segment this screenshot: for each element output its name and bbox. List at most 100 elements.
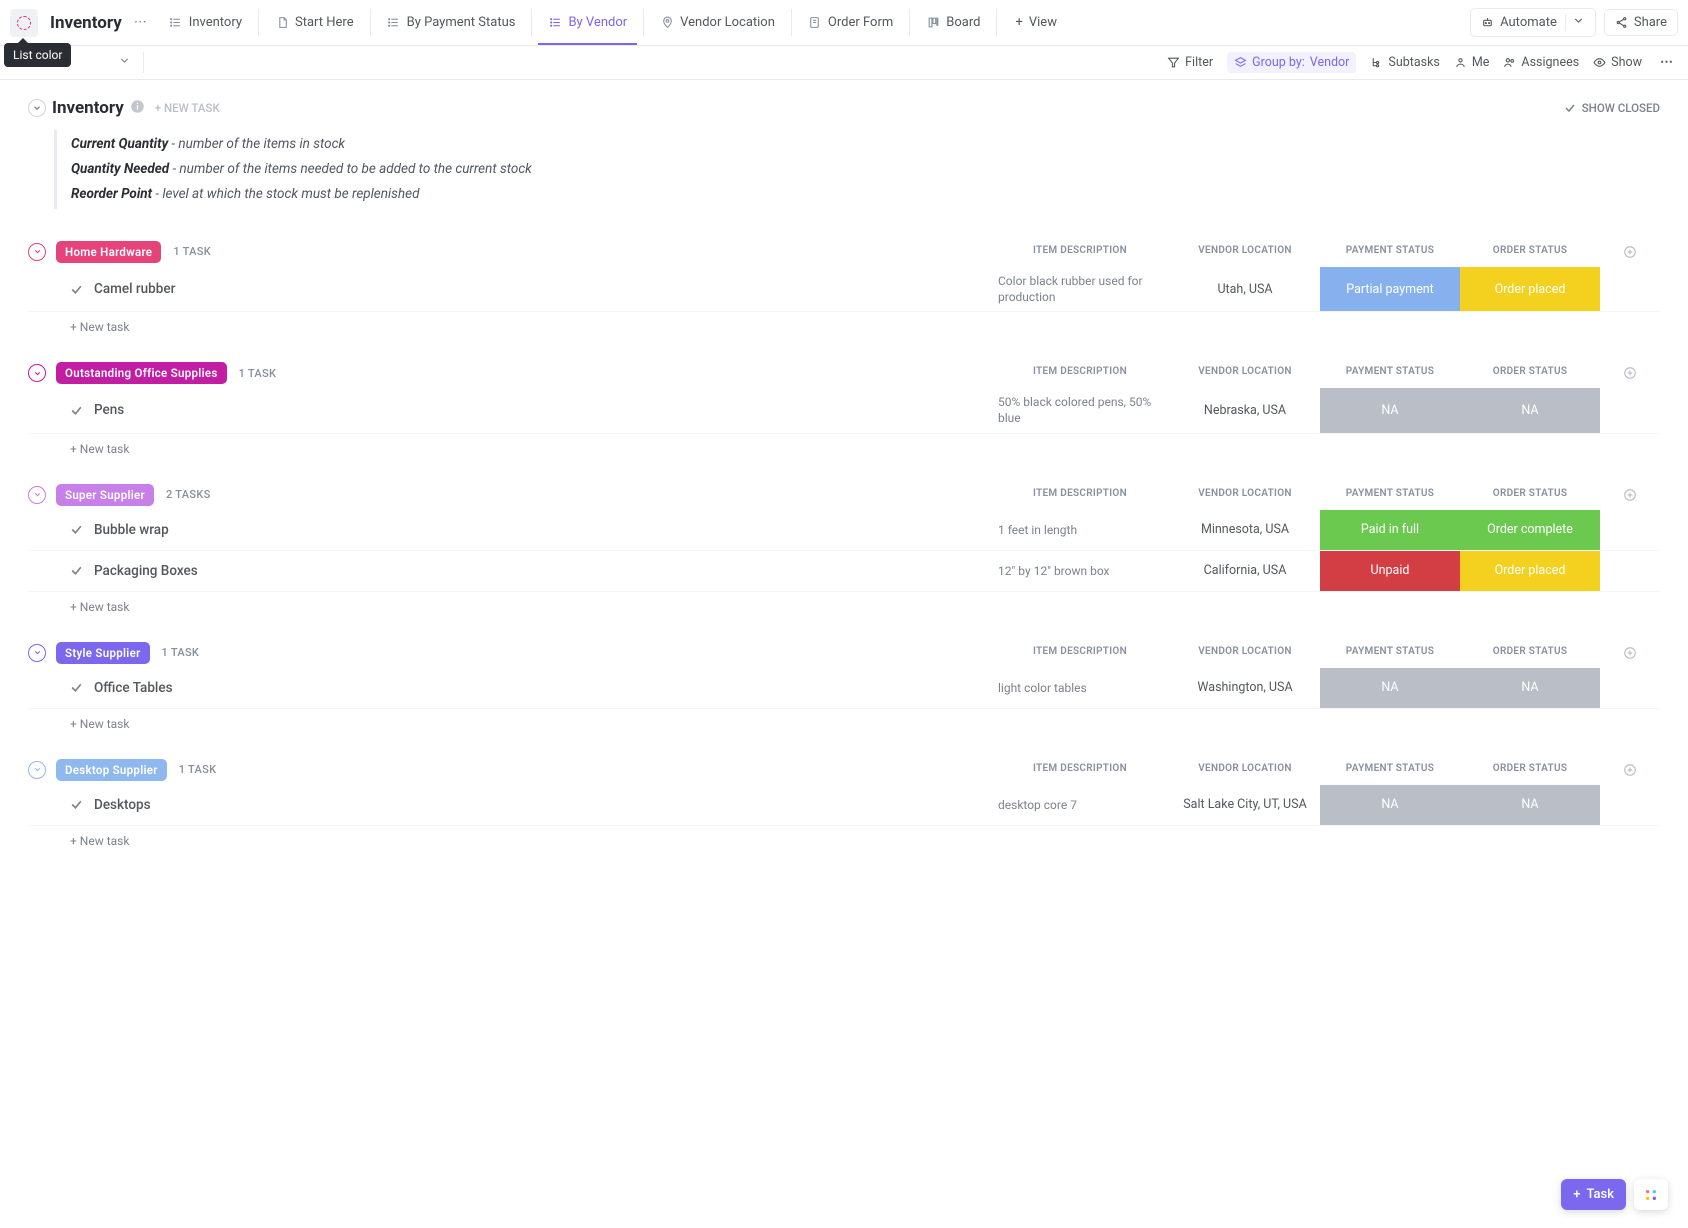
cell-location[interactable]: Salt Lake City, UT, USA	[1170, 785, 1320, 825]
column-header-loc[interactable]: VENDOR LOCATION	[1170, 245, 1320, 259]
cell-description[interactable]: desktop core 7	[990, 785, 1170, 825]
column-header-desc[interactable]: ITEM DESCRIPTION	[990, 646, 1170, 660]
more-icon[interactable]: ⋯	[1656, 55, 1678, 70]
assignees-button[interactable]: Assignees	[1503, 55, 1579, 70]
new-task-row[interactable]: + New task	[28, 826, 1660, 856]
cell-payment-status[interactable]: Unpaid	[1320, 551, 1460, 591]
cell-description[interactable]: Color black rubber used for production	[990, 267, 1170, 311]
cell-description[interactable]: light color tables	[990, 668, 1170, 708]
group-collapse-toggle[interactable]	[28, 364, 46, 382]
add-column-button[interactable]	[1600, 646, 1660, 660]
cell-payment-status[interactable]: NA	[1320, 388, 1460, 432]
add-column-button[interactable]	[1600, 366, 1660, 380]
column-header-loc[interactable]: VENDOR LOCATION	[1170, 763, 1320, 777]
task-row[interactable]: Camel rubber Color black rubber used for …	[28, 267, 1660, 312]
task-main-cell[interactable]: Bubble wrap	[28, 510, 990, 550]
column-header-desc[interactable]: ITEM DESCRIPTION	[990, 366, 1170, 380]
cell-order-status[interactable]: NA	[1460, 785, 1600, 825]
task-main-cell[interactable]: Camel rubber	[28, 267, 990, 311]
tab-by-vendor[interactable]: By Vendor	[538, 9, 637, 36]
cell-location[interactable]: Minnesota, USA	[1170, 510, 1320, 550]
add-column-button[interactable]	[1600, 763, 1660, 777]
vendor-pill[interactable]: Outstanding Office Supplies	[56, 362, 227, 384]
column-header-ord[interactable]: ORDER STATUS	[1460, 646, 1600, 660]
collapse-toggle[interactable]	[28, 99, 46, 117]
cell-order-status[interactable]: Order complete	[1460, 510, 1600, 550]
new-task-row[interactable]: + New task	[28, 709, 1660, 739]
new-task-row[interactable]: + New task	[28, 592, 1660, 622]
cell-location[interactable]: California, USA	[1170, 551, 1320, 591]
column-header-desc[interactable]: ITEM DESCRIPTION	[990, 763, 1170, 777]
column-header-desc[interactable]: ITEM DESCRIPTION	[990, 488, 1170, 502]
create-task-fab[interactable]: + Task	[1561, 1179, 1626, 1210]
cell-description[interactable]: 1 feet in length	[990, 510, 1170, 550]
task-main-cell[interactable]: Pens	[28, 388, 990, 432]
cell-payment-status[interactable]: Paid in full	[1320, 510, 1460, 550]
task-main-cell[interactable]: Office Tables	[28, 668, 990, 708]
page-title[interactable]: Inventory	[50, 13, 122, 33]
cell-location[interactable]: Utah, USA	[1170, 267, 1320, 311]
subtasks-button[interactable]: Subtasks	[1370, 55, 1439, 70]
tab-by-payment-status[interactable]: By Payment Status	[377, 9, 526, 36]
automate-button[interactable]: Automate	[1470, 8, 1596, 37]
column-header-ord[interactable]: ORDER STATUS	[1460, 763, 1600, 777]
task-main-cell[interactable]: Packaging Boxes	[28, 551, 990, 591]
add-view-button[interactable]: + View	[1005, 9, 1067, 36]
cell-payment-status[interactable]: NA	[1320, 668, 1460, 708]
column-header-loc[interactable]: VENDOR LOCATION	[1170, 646, 1320, 660]
task-row[interactable]: Pens50% black colored pens, 50% blueNebr…	[28, 388, 1660, 433]
more-icon[interactable]: ⋯	[130, 15, 151, 30]
group-collapse-toggle[interactable]	[28, 243, 46, 261]
check-icon[interactable]	[70, 681, 84, 694]
group-collapse-toggle[interactable]	[28, 644, 46, 662]
task-name[interactable]: Bubble wrap	[94, 522, 169, 538]
column-header-pay[interactable]: PAYMENT STATUS	[1320, 646, 1460, 660]
vendor-pill[interactable]: Super Supplier	[56, 484, 154, 506]
column-header-pay[interactable]: PAYMENT STATUS	[1320, 763, 1460, 777]
task-row[interactable]: Office Tableslight color tablesWashingto…	[28, 668, 1660, 709]
group-collapse-toggle[interactable]	[28, 486, 46, 504]
new-task-button[interactable]: + NEW TASK	[155, 101, 220, 115]
tab-inventory[interactable]: Inventory	[159, 9, 252, 36]
check-icon[interactable]	[70, 283, 84, 296]
vendor-pill[interactable]: Style Supplier	[56, 642, 150, 664]
cell-order-status[interactable]: NA	[1460, 388, 1600, 432]
apps-fab[interactable]	[1634, 1179, 1668, 1210]
task-name[interactable]: Pens	[94, 402, 124, 418]
task-row[interactable]: Packaging Boxes 12" by 12" brown boxCalif…	[28, 551, 1660, 592]
cell-payment-status[interactable]: Partial payment	[1320, 267, 1460, 311]
info-icon[interactable]	[130, 99, 145, 118]
task-name[interactable]: Camel rubber	[94, 281, 175, 297]
column-header-pay[interactable]: PAYMENT STATUS	[1320, 245, 1460, 259]
show-closed-button[interactable]: SHOW CLOSED	[1564, 101, 1660, 115]
group-by-button[interactable]: Group by: Vendor	[1227, 52, 1356, 73]
vendor-pill[interactable]: Desktop Supplier	[56, 759, 167, 781]
show-button[interactable]: Show	[1593, 55, 1642, 70]
task-name[interactable]: Desktops	[94, 797, 151, 813]
task-main-cell[interactable]: Desktops	[28, 785, 990, 825]
cell-description[interactable]: 12" by 12" brown box	[990, 551, 1170, 591]
column-header-ord[interactable]: ORDER STATUS	[1460, 245, 1600, 259]
check-icon[interactable]	[70, 564, 84, 577]
column-header-ord[interactable]: ORDER STATUS	[1460, 488, 1600, 502]
share-button[interactable]: Share	[1604, 9, 1678, 36]
tab-vendor-location[interactable]: Vendor Location	[650, 9, 785, 36]
task-row[interactable]: Desktops desktop core 7Salt Lake City, UT…	[28, 785, 1660, 826]
chevron-down-icon[interactable]	[1565, 14, 1585, 31]
cell-order-status[interactable]: NA	[1460, 668, 1600, 708]
column-header-loc[interactable]: VENDOR LOCATION	[1170, 366, 1320, 380]
tab-start-here[interactable]: Start Here	[265, 9, 364, 36]
column-header-pay[interactable]: PAYMENT STATUS	[1320, 366, 1460, 380]
task-name[interactable]: Packaging Boxes	[94, 563, 198, 579]
cell-order-status[interactable]: Order placed	[1460, 267, 1600, 311]
filter-button[interactable]: Filter	[1167, 55, 1213, 70]
check-icon[interactable]	[70, 523, 84, 536]
chevron-down-icon[interactable]	[118, 54, 131, 71]
tab-order-form[interactable]: Order Form	[798, 9, 903, 36]
add-column-button[interactable]	[1600, 488, 1660, 502]
list-color-button[interactable]: List color	[10, 9, 38, 37]
cell-description[interactable]: 50% black colored pens, 50% blue	[990, 388, 1170, 432]
column-header-desc[interactable]: ITEM DESCRIPTION	[990, 245, 1170, 259]
column-header-loc[interactable]: VENDOR LOCATION	[1170, 488, 1320, 502]
add-column-button[interactable]	[1600, 245, 1660, 259]
